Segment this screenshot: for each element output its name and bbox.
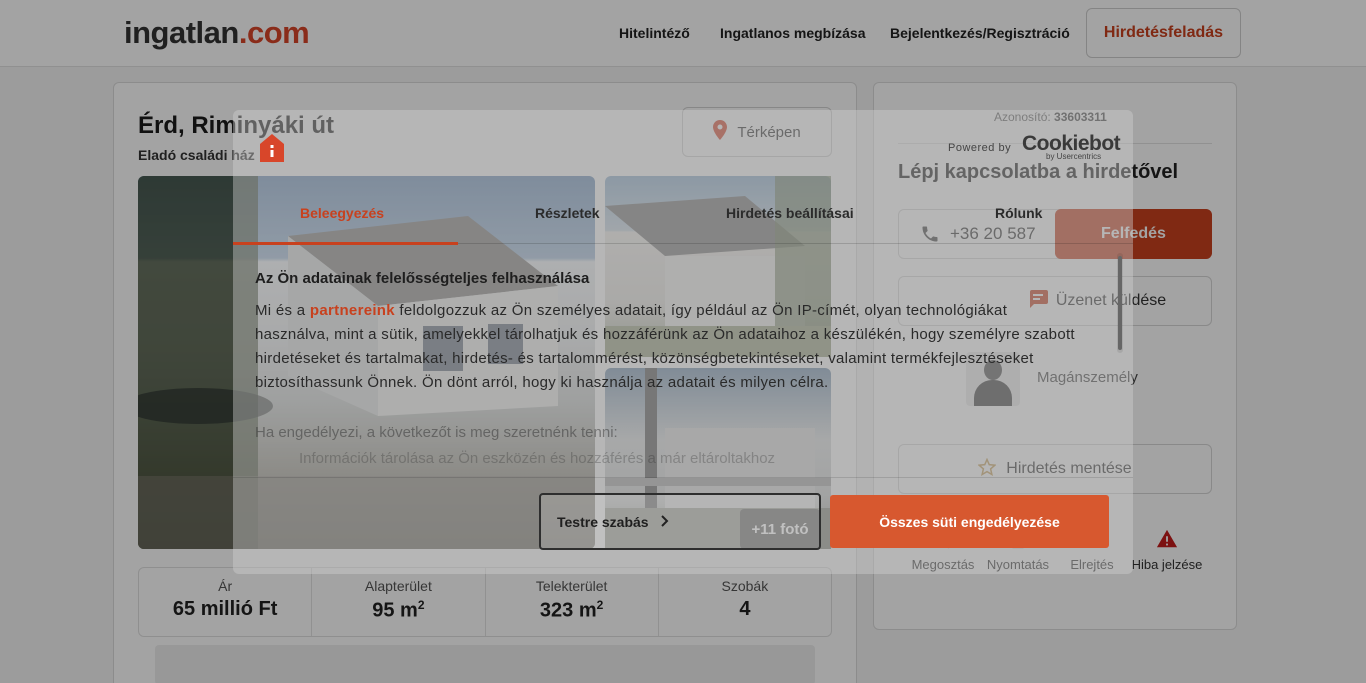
tab-about[interactable]: Rólunk — [995, 205, 1042, 221]
cookie-heading: Az Ön adatainak felelősségteljes felhasz… — [255, 270, 590, 287]
footer-divider — [233, 477, 1133, 478]
tab-ad-settings[interactable]: Hirdetés beállításai — [726, 205, 854, 221]
powered-by: Powered by — [948, 142, 1012, 154]
house-logo-icon — [260, 134, 284, 167]
active-tab-indicator — [233, 242, 458, 245]
cookiebot-sub: by Usercentrics — [1046, 152, 1102, 161]
cookie-consent-dialog: Powered by Cookiebot by Usercentrics Bel… — [233, 110, 1133, 574]
cookie-body-text: Mi és a partnereink feldolgozzuk az Ön s… — [255, 302, 1075, 391]
accept-all-cookies-button[interactable]: Összes süti engedélyezése — [830, 495, 1109, 548]
customize-label: Testre szabás — [557, 513, 649, 530]
scrollbar-thumb[interactable] — [1118, 256, 1122, 350]
tab-consent[interactable]: Beleegyezés — [300, 205, 384, 221]
partners-link[interactable]: partnereink — [310, 302, 395, 319]
cookie-more-text-2: Információk tárolása az Ön eszközén és h… — [299, 450, 776, 467]
customize-button[interactable]: Testre szabás — [539, 493, 821, 550]
cookie-more-text: Ha engedélyezi, a következőt is meg szer… — [255, 424, 618, 441]
tab-details[interactable]: Részletek — [535, 205, 600, 221]
chevron-right-icon — [660, 514, 669, 530]
